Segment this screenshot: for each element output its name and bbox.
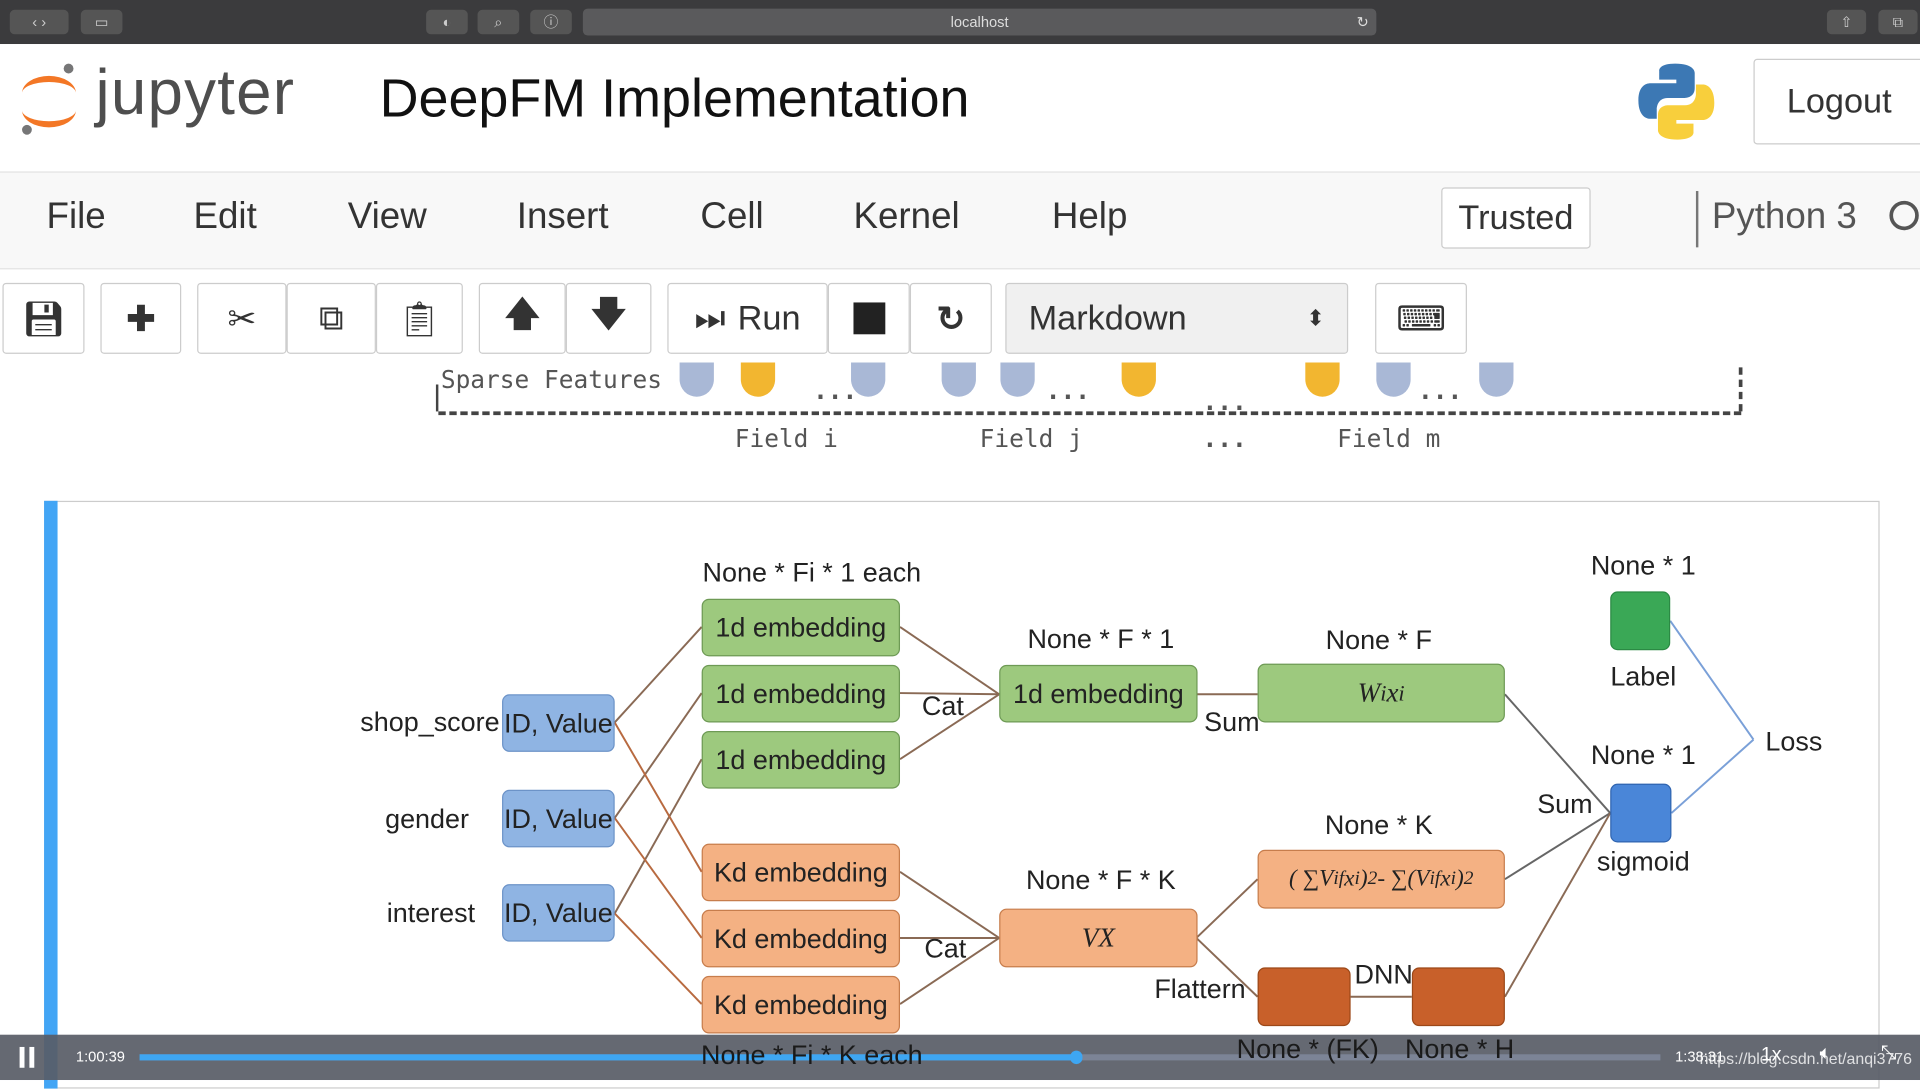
shape-f: None * F bbox=[1325, 624, 1432, 656]
id-value-box: ID, Value bbox=[502, 789, 615, 848]
fullscreen-exit-icon[interactable]: ⤡ bbox=[1881, 1043, 1897, 1065]
feature-dot bbox=[1000, 362, 1035, 397]
feature-dot bbox=[679, 362, 714, 397]
edge bbox=[1504, 812, 1611, 881]
cat-label: Cat bbox=[924, 933, 967, 964]
shape-fk: None * F * K bbox=[1025, 864, 1176, 896]
kd-embedding-box: Kd embedding bbox=[701, 975, 901, 1034]
1d-embedding-box: 1d embedding bbox=[701, 664, 901, 723]
shape-label: None * 1 bbox=[1590, 549, 1696, 581]
id-value-box: ID, Value bbox=[502, 884, 615, 942]
id-value-box: ID, Value bbox=[502, 694, 615, 752]
concat-1d-embedding-box: 1d embedding bbox=[999, 664, 1198, 723]
kd-embedding-box: Kd embedding bbox=[701, 843, 901, 902]
feature-interest: interest bbox=[386, 897, 476, 929]
dnn-label: DNN bbox=[1354, 958, 1413, 990]
feature-dot bbox=[1305, 362, 1340, 397]
sigmoid-text: sigmoid bbox=[1596, 846, 1690, 877]
dnn-output-box bbox=[1411, 967, 1505, 1027]
dnn-input-box bbox=[1257, 967, 1351, 1027]
feature-dot bbox=[941, 362, 976, 397]
edge bbox=[613, 626, 703, 724]
1d-embedding-box: 1d embedding bbox=[701, 731, 901, 789]
linear-term-box: Wixi bbox=[1257, 663, 1505, 723]
1d-embedding-box: 1d embedding bbox=[701, 598, 901, 657]
label-text: Label bbox=[1610, 661, 1677, 692]
label-box bbox=[1610, 591, 1671, 651]
pause-icon[interactable] bbox=[19, 1046, 25, 1068]
speed-button[interactable]: 1x bbox=[1761, 1044, 1782, 1066]
feature-dot bbox=[1121, 362, 1156, 397]
kd-embedding-box: Kd embedding bbox=[701, 909, 901, 968]
sum-label: Sum bbox=[1537, 788, 1593, 820]
feature-gender: gender bbox=[385, 803, 469, 834]
edge bbox=[613, 912, 703, 1005]
cat-label: Cat bbox=[921, 690, 964, 722]
video-frame: ‹ › ▭ ◐ ⌕ ⓘ localhost ↻ ⇧ ⧉ jupyter DeepF… bbox=[0, 0, 1920, 1089]
edge bbox=[1669, 620, 1755, 741]
vx-box: VX bbox=[999, 908, 1198, 968]
shape-fik: None * Fi * K each bbox=[701, 1039, 923, 1071]
diagram-connections bbox=[613, 620, 1755, 1005]
progress-handle[interactable] bbox=[1070, 1050, 1083, 1065]
flatten-label: Flattern bbox=[1154, 973, 1246, 1005]
fm-interaction-box: ( ∑V if x i) 2- ∑(V if x i) 2 bbox=[1257, 849, 1505, 909]
feature-shop-score: shop_score bbox=[360, 706, 500, 738]
feature-dot bbox=[851, 362, 886, 397]
shape-fi1: None * Fi * 1 each bbox=[702, 557, 922, 588]
shape-h: None * H bbox=[1404, 1033, 1515, 1065]
feature-dot bbox=[740, 362, 776, 397]
shape-f1: None * F * 1 bbox=[1027, 623, 1175, 654]
edge bbox=[613, 721, 703, 873]
sigmoid-box bbox=[1610, 783, 1672, 843]
feature-dot bbox=[1376, 362, 1411, 397]
sum-label: Sum bbox=[1204, 706, 1260, 738]
edge bbox=[899, 626, 1000, 696]
video-controls: 1:00:39 1:38:31 https://blog.csdn.net/an… bbox=[0, 1034, 1920, 1081]
feature-dot bbox=[1479, 362, 1514, 397]
progress-fill bbox=[139, 1054, 1077, 1061]
volume-icon[interactable]: 🔈︎ bbox=[1820, 1043, 1832, 1065]
edge bbox=[613, 692, 703, 819]
loss-text: Loss bbox=[1765, 726, 1823, 757]
edge bbox=[1195, 878, 1259, 939]
edge bbox=[899, 871, 1000, 939]
shape-sigmoid: None * 1 bbox=[1590, 739, 1696, 771]
edge bbox=[1504, 812, 1612, 998]
shape-fk-flat: None * (FK) bbox=[1236, 1033, 1379, 1065]
current-time: 1:00:39 bbox=[75, 1048, 125, 1066]
shape-k: None * K bbox=[1324, 809, 1433, 841]
